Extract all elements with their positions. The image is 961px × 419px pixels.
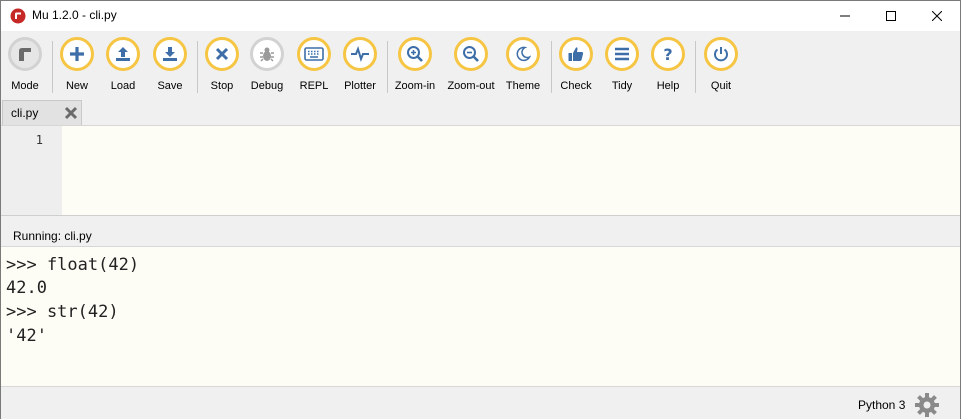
pulse-icon (351, 46, 369, 62)
quit-button-ring (704, 37, 738, 71)
svg-text:?: ? (663, 45, 672, 63)
help-button-ring: ? (651, 37, 685, 71)
line-number-gutter: 1 (1, 126, 62, 215)
repl-header: Running: cli.py (1, 216, 960, 246)
keyboard-icon (304, 47, 324, 61)
thumbs-up-icon (568, 47, 584, 61)
save-button[interactable]: Save (140, 37, 200, 97)
repl-button-ring (297, 37, 331, 71)
theme-button[interactable]: Theme (493, 37, 553, 97)
load-button-ring (106, 37, 140, 71)
tab-label: cli.py (11, 106, 39, 120)
mode-icon (19, 48, 31, 61)
code-editor[interactable]: 1 (1, 126, 960, 215)
gear-icon[interactable] (914, 392, 940, 418)
zoom-in-icon (407, 46, 423, 62)
minimize-button[interactable] (822, 1, 868, 31)
save-label: Save (157, 80, 183, 92)
window-title: Mu 1.2.0 - cli.py (32, 8, 117, 22)
new-button-ring (60, 37, 94, 71)
main-window: Mu 1.2.0 - cli.py Mode New Load Save Sto… (0, 0, 961, 419)
stop-button-ring (205, 37, 239, 71)
tab-close-icon[interactable] (63, 105, 79, 121)
plotter-button-ring (343, 37, 377, 71)
repl-line: >>> str(42) (6, 302, 119, 322)
theme-label: Theme (505, 80, 541, 92)
x-icon (215, 47, 229, 61)
moon-icon (516, 46, 531, 62)
check-button-ring (559, 37, 593, 71)
title-bar: Mu 1.2.0 - cli.py (1, 1, 960, 31)
zoom-in-button[interactable]: Zoom-in (385, 37, 445, 97)
quit-button[interactable]: Quit (691, 37, 751, 97)
mu-logo-icon (10, 8, 26, 24)
debug-button-ring (250, 37, 284, 71)
zoom-out-label: Zoom-out (447, 80, 495, 92)
zoom-out-icon (463, 46, 479, 62)
plotter-label: Plotter (344, 80, 376, 92)
bug-icon (260, 47, 274, 62)
close-button[interactable] (914, 1, 960, 31)
zoom-in-label: Zoom-in (394, 80, 436, 92)
quit-label: Quit (710, 80, 732, 92)
tab-cli-py[interactable]: cli.py (2, 100, 82, 125)
close-icon (932, 11, 942, 21)
zoom-out-button[interactable]: Zoom-out (441, 37, 501, 97)
question-icon: ? (663, 45, 672, 63)
maximize-icon (886, 11, 896, 21)
upload-icon (116, 47, 130, 61)
download-icon (163, 47, 177, 61)
help-button[interactable]: ? Help (638, 37, 698, 97)
power-icon (714, 47, 728, 62)
plotter-button[interactable]: Plotter (330, 37, 390, 97)
maximize-button[interactable] (868, 1, 914, 31)
help-label: Help (656, 80, 680, 92)
save-button-ring (153, 37, 187, 71)
repl-console[interactable]: >>> float(42) 42.0 >>> str(42) '42' (1, 246, 960, 386)
running-label: Running: cli.py (13, 229, 92, 243)
zoom-in-button-ring (398, 37, 432, 71)
zoom-out-button-ring (454, 37, 488, 71)
repl-line: '42' (6, 326, 47, 346)
mode-status-label: Python 3 (858, 398, 906, 412)
repl-line: 42.0 (6, 278, 47, 298)
tab-bar: cli.py (1, 99, 960, 126)
minimize-icon (840, 15, 850, 17)
status-bar: Python 3 (1, 386, 960, 419)
repl-line: >>> float(42) (6, 255, 140, 275)
plus-icon (70, 47, 84, 61)
tidy-button-ring (605, 37, 639, 71)
mode-button-ring (8, 37, 42, 71)
line-number: 1 (35, 133, 43, 147)
toolbar: Mode New Load Save Stop Debug REPL Plott… (1, 31, 960, 99)
lines-icon (615, 47, 629, 61)
theme-button-ring (506, 37, 540, 71)
